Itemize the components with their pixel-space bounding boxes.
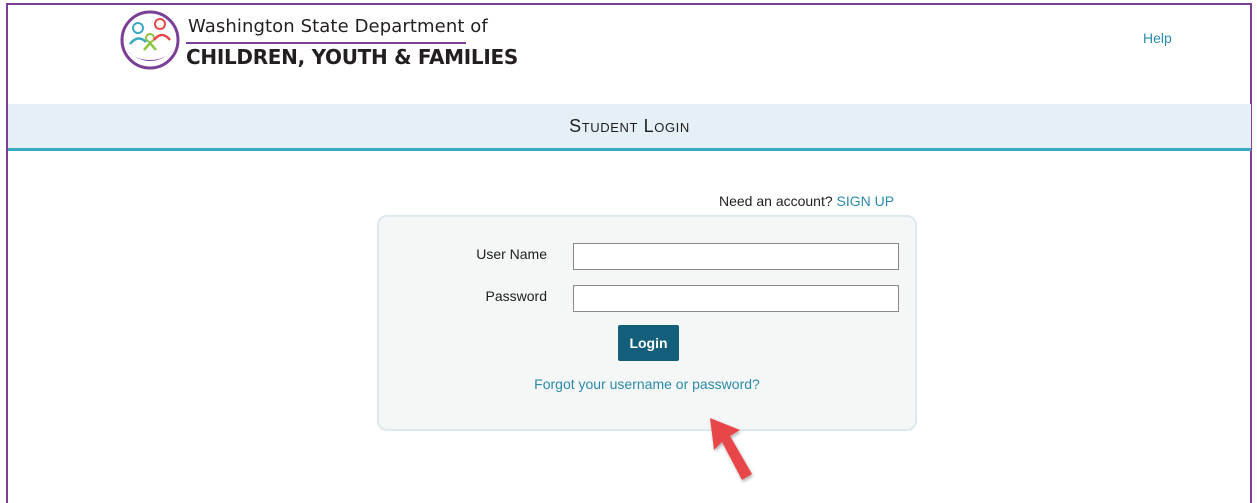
dcyf-family-logo-icon: [120, 10, 180, 70]
login-panel: User Name Password Login Forgot your use…: [377, 215, 917, 431]
password-input[interactable]: [573, 285, 899, 312]
help-link[interactable]: Help: [1143, 30, 1172, 46]
signup-prompt-text: Need an account?: [719, 193, 833, 209]
logo-divider: [186, 42, 466, 44]
password-label: Password: [485, 288, 547, 304]
login-button[interactable]: Login: [618, 325, 679, 361]
title-band: Student Login: [8, 104, 1251, 151]
signup-link[interactable]: SIGN UP: [837, 193, 895, 209]
signup-prompt-row: Need an account? SIGN UP: [719, 193, 894, 209]
username-input[interactable]: [573, 243, 899, 270]
dcyf-logo[interactable]: Washington State Department of CHILDREN,…: [120, 10, 518, 72]
page-title: Student Login: [569, 116, 690, 136]
logo-department-name: CHILDREN, YOUTH & FAMILIES: [186, 45, 518, 69]
forgot-credentials-link[interactable]: Forgot your username or password?: [379, 376, 915, 392]
username-label: User Name: [476, 246, 547, 262]
logo-agency-line: Washington State Department of: [188, 16, 488, 37]
red-pointer-arrow-icon: [710, 418, 752, 480]
